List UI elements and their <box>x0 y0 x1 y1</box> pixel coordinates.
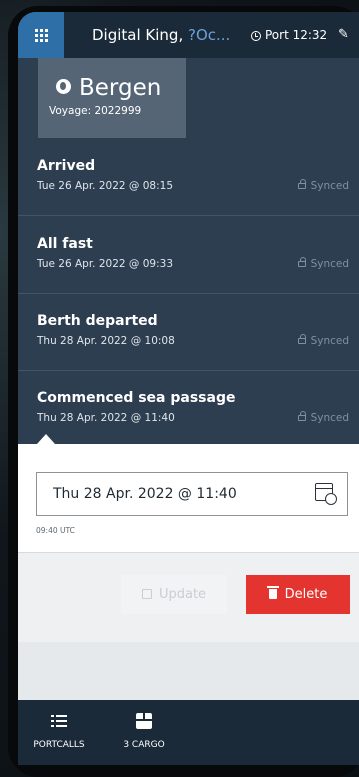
event-title: Commenced sea passage <box>37 390 236 406</box>
event-status: Synced <box>297 257 349 270</box>
event-item-arrived[interactable]: Arrived Tue 26 Apr. 2022 @ 08:15 Synced <box>18 138 359 216</box>
event-title: Berth departed <box>37 313 158 329</box>
pen-icon[interactable]: ✎ <box>338 27 349 42</box>
delete-button-label: Delete <box>284 587 328 602</box>
vessel-name-truncated: ?Oc... <box>187 26 231 44</box>
selected-event-caret <box>37 434 55 444</box>
app-header: Digital King, ?Oc... Port 12:32 ✎ <box>18 12 359 58</box>
lock-icon <box>297 179 306 189</box>
content-spacer <box>18 642 359 700</box>
event-status-label: Synced <box>310 258 349 270</box>
bottom-nav: PORTCALLS 3 CARGO <box>18 700 359 765</box>
port-time-label: Port 12:32 <box>265 28 328 42</box>
event-status-label: Synced <box>310 180 349 192</box>
lock-icon <box>297 411 306 421</box>
event-status-label: Synced <box>310 335 349 347</box>
event-datetime-value: Thu 28 Apr. 2022 @ 11:40 <box>53 486 237 502</box>
vessel-title[interactable]: Digital King, ?Oc... <box>92 26 230 44</box>
event-date: Tue 26 Apr. 2022 @ 09:33 <box>37 258 174 270</box>
utc-time: 09:40 UTC <box>36 526 75 535</box>
vessel-name: Digital King, <box>92 26 188 44</box>
update-button-label: Update <box>158 587 207 602</box>
event-status: Synced <box>297 334 349 347</box>
voyage-number: Voyage: 2022999 <box>49 105 142 117</box>
port-time: Port 12:32 <box>251 28 327 42</box>
trash-icon <box>266 586 279 599</box>
event-item-all-fast[interactable]: All fast Tue 26 Apr. 2022 @ 09:33 Synced <box>18 216 359 294</box>
lock-icon <box>297 257 306 267</box>
delete-button[interactable]: Delete <box>246 575 350 614</box>
nav-cargo-label: 3 CARGO <box>123 740 165 750</box>
event-status: Synced <box>297 411 349 424</box>
event-item-commenced-sea-passage[interactable]: Commenced sea passage Thu 28 Apr. 2022 @… <box>18 370 359 447</box>
event-date: Tue 26 Apr. 2022 @ 08:15 <box>37 180 174 192</box>
nav-cargo[interactable]: 3 CARGO <box>109 708 179 760</box>
lock-icon <box>297 334 306 344</box>
event-status: Synced <box>297 179 349 192</box>
event-title: Arrived <box>37 158 96 174</box>
event-date: Thu 28 Apr. 2022 @ 10:08 <box>37 335 175 347</box>
event-edit-panel: Thu 28 Apr. 2022 @ 11:40 09:40 UTC <box>18 444 359 552</box>
globe-icon <box>56 79 71 94</box>
event-status-label: Synced <box>310 412 349 424</box>
list-icon <box>51 714 67 728</box>
event-title: All fast <box>37 236 93 252</box>
nav-portcalls-label: PORTCALLS <box>33 740 85 750</box>
event-datetime-input[interactable]: Thu 28 Apr. 2022 @ 11:40 <box>36 472 348 516</box>
event-date: Thu 28 Apr. 2022 @ 11:40 <box>37 412 175 424</box>
nav-portcalls[interactable]: PORTCALLS <box>24 708 94 760</box>
location-name-label: Bergen <box>79 75 162 101</box>
update-button[interactable]: Update <box>121 575 227 614</box>
clock-icon <box>251 31 261 41</box>
location-name: Bergen <box>56 75 161 101</box>
events-list: Arrived Tue 26 Apr. 2022 @ 08:15 Synced … <box>18 138 359 444</box>
calendar-clock-icon[interactable] <box>315 483 337 505</box>
grid-icon <box>34 28 48 42</box>
action-bar: Update Delete <box>18 552 359 643</box>
menu-button[interactable] <box>18 12 64 58</box>
event-item-berth-departed[interactable]: Berth departed Thu 28 Apr. 2022 @ 10:08 … <box>18 293 359 371</box>
box-icon <box>136 713 152 729</box>
app-screen: Digital King, ?Oc... Port 12:32 ✎ Bergen… <box>18 12 359 765</box>
save-icon <box>141 589 152 599</box>
